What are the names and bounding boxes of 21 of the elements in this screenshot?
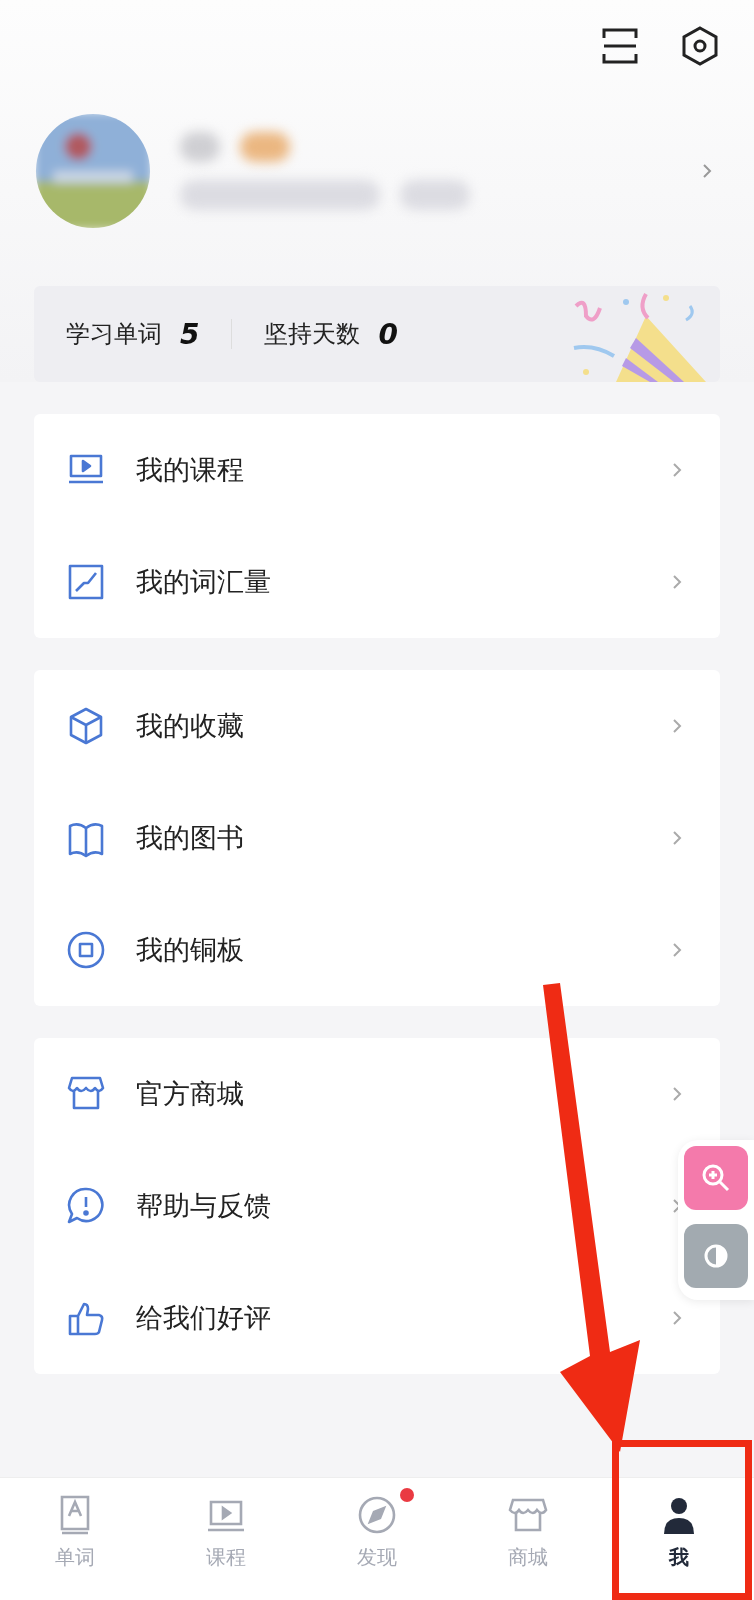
menu-label: 我的课程 [136,453,245,487]
menu-item[interactable]: 官方商城 [34,1038,720,1150]
menu-item[interactable]: 我的收藏 [34,670,720,782]
menu-label: 我的词汇量 [136,565,272,599]
menu-item[interactable]: 我的词汇量 [34,526,720,638]
menu-item[interactable]: 我的铜板 [34,894,720,1006]
menu-label: 我的铜板 [136,933,245,967]
menu-label: 官方商城 [136,1077,245,1111]
stat-label: 学习单词 [66,319,162,350]
menu-item[interactable]: 我的图书 [34,782,720,894]
menu-item[interactable]: 我的课程 [34,414,720,526]
stat-value: 5 [180,317,200,351]
menu-label: 给我们好评 [136,1301,272,1335]
menu-label: 帮助与反馈 [136,1189,272,1223]
menu-label: 我的图书 [136,821,245,855]
menu-label: 我的收藏 [136,709,245,743]
menu-item[interactable]: 给我们好评 [34,1262,720,1374]
tab[interactable]: 我 [603,1478,754,1600]
menu-item[interactable]: 帮助与反馈 [34,1150,720,1262]
stat-label: 坚持天数 [264,319,361,350]
stat-value: 0 [378,317,398,351]
